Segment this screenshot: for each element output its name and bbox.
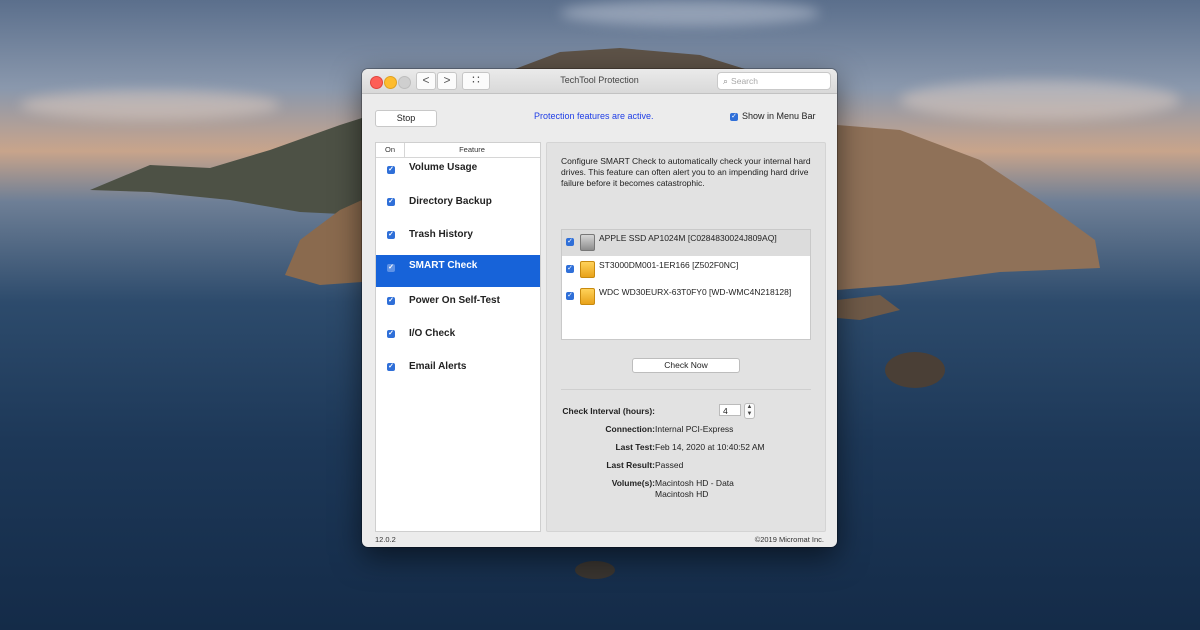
title-bar: < > ∷ TechTool Protection ⌕ Search bbox=[362, 69, 837, 94]
check-interval-label: Check Interval (hours): bbox=[562, 406, 655, 416]
connection-label: Connection: bbox=[605, 424, 655, 434]
feature-label: I/O Check bbox=[409, 328, 456, 339]
checkbox-checked-icon: ✓ bbox=[730, 112, 738, 121]
feature-description: Configure SMART Check to automatically c… bbox=[561, 156, 811, 188]
check-now-button[interactable]: Check Now bbox=[632, 358, 740, 373]
last-result-value: Passed bbox=[655, 460, 684, 470]
column-header-on[interactable]: On bbox=[376, 143, 405, 157]
app-window: < > ∷ TechTool Protection ⌕ Search Stop P… bbox=[362, 69, 837, 547]
feature-row-trash-history[interactable]: ✓ Trash History bbox=[376, 222, 540, 254]
stop-button[interactable]: Stop bbox=[375, 110, 437, 127]
drive-checkbox[interactable]: ✓ bbox=[566, 265, 574, 273]
interval-stepper[interactable]: ▲ ▼ bbox=[744, 403, 755, 419]
feature-label: Email Alerts bbox=[409, 361, 467, 372]
copyright-label: ©2019 Micromat Inc. bbox=[754, 535, 824, 544]
search-field[interactable]: ⌕ Search bbox=[717, 72, 831, 90]
drive-checkbox[interactable]: ✓ bbox=[566, 292, 574, 300]
divider bbox=[561, 389, 811, 390]
feature-row-directory-backup[interactable]: ✓ Directory Backup bbox=[376, 189, 540, 221]
drive-checkbox[interactable]: ✓ bbox=[566, 238, 574, 246]
feature-checkbox[interactable]: ✓ bbox=[387, 264, 395, 272]
feature-list-header: On Feature bbox=[376, 143, 540, 158]
last-result-label: Last Result: bbox=[606, 460, 655, 470]
search-icon: ⌕ bbox=[723, 76, 729, 86]
search-placeholder: Search bbox=[731, 76, 758, 86]
feature-checkbox[interactable]: ✓ bbox=[387, 166, 395, 174]
volumes-value-1: Macintosh HD - Data bbox=[655, 478, 734, 488]
feature-row-email-alerts[interactable]: ✓ Email Alerts bbox=[376, 354, 540, 386]
drive-row[interactable]: ✓ ST3000DM001-1ER166 [Z502F0NC] bbox=[562, 257, 810, 283]
check-interval-input[interactable]: 4 bbox=[719, 404, 741, 416]
feature-label: Volume Usage bbox=[409, 162, 478, 173]
feature-row-smart-check[interactable]: ✓ SMART Check bbox=[376, 255, 540, 287]
feature-row-volume-usage[interactable]: ✓ Volume Usage bbox=[376, 157, 540, 189]
feature-row-power-on-self-test[interactable]: ✓ Power On Self-Test bbox=[376, 288, 540, 320]
last-test-value: Feb 14, 2020 at 10:40:52 AM bbox=[655, 442, 765, 452]
feature-checkbox[interactable]: ✓ bbox=[387, 297, 395, 305]
drive-row[interactable]: ✓ APPLE SSD AP1024M [C0284830024J809AQ] bbox=[562, 230, 810, 256]
show-in-menu-bar-checkbox[interactable]: ✓ Show in Menu Bar bbox=[730, 111, 816, 121]
drive-row[interactable]: ✓ WDC WD30EURX-63T0FY0 [WD-WMC4N218128] bbox=[562, 284, 810, 312]
feature-label: Trash History bbox=[409, 229, 473, 240]
feature-checkbox[interactable]: ✓ bbox=[387, 198, 395, 206]
drive-list: ✓ APPLE SSD AP1024M [C0284830024J809AQ] … bbox=[561, 229, 811, 340]
feature-list: On Feature ✓ Volume Usage ✓ Directory Ba… bbox=[375, 142, 541, 532]
hard-drive-icon bbox=[580, 261, 595, 278]
protection-status: Protection features are active. bbox=[534, 111, 654, 121]
show-in-menu-bar-label: Show in Menu Bar bbox=[742, 111, 816, 121]
connection-value: Internal PCI-Express bbox=[655, 424, 734, 434]
drive-label: APPLE SSD AP1024M [C0284830024J809AQ] bbox=[599, 233, 777, 243]
feature-checkbox[interactable]: ✓ bbox=[387, 231, 395, 239]
ssd-icon bbox=[580, 234, 595, 251]
stepper-up-icon[interactable]: ▲ bbox=[745, 404, 754, 411]
drive-label: ST3000DM001-1ER166 [Z502F0NC] bbox=[599, 260, 739, 270]
hard-drive-icon bbox=[580, 288, 595, 305]
feature-label: Power On Self-Test bbox=[409, 295, 500, 306]
feature-row-io-check[interactable]: ✓ I/O Check bbox=[376, 321, 540, 353]
feature-label: Directory Backup bbox=[409, 196, 492, 207]
version-label: 12.0.2 bbox=[375, 535, 396, 544]
last-test-label: Last Test: bbox=[615, 442, 655, 452]
feature-checkbox[interactable]: ✓ bbox=[387, 363, 395, 371]
volumes-value-2: Macintosh HD bbox=[655, 489, 709, 499]
volumes-label: Volume(s): bbox=[611, 478, 655, 488]
drive-label: WDC WD30EURX-63T0FY0 [WD-WMC4N218128] bbox=[599, 287, 792, 297]
smart-check-detail-panel: Configure SMART Check to automatically c… bbox=[546, 142, 826, 532]
column-header-feature[interactable]: Feature bbox=[404, 143, 540, 157]
stepper-down-icon[interactable]: ▼ bbox=[745, 411, 754, 418]
feature-checkbox[interactable]: ✓ bbox=[387, 330, 395, 338]
feature-label: SMART Check bbox=[409, 260, 478, 271]
